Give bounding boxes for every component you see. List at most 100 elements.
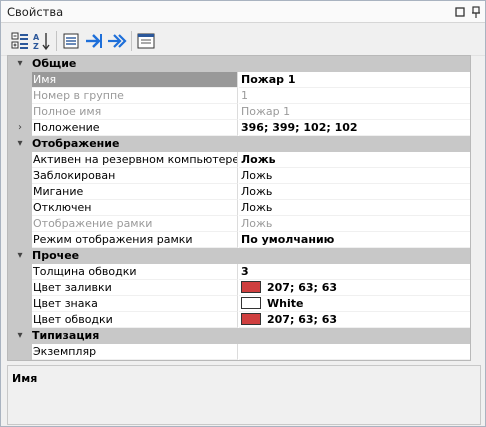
property-row[interactable]: Имя Пожар 1 [8,72,470,88]
property-value-text: По умолчанию [241,233,335,246]
property-name[interactable]: Номер в группе [32,88,238,104]
property-row[interactable]: Цвет знака White [8,296,470,312]
row-gutter [8,152,32,168]
property-value[interactable]: 3 [239,264,470,280]
property-value-text: White [267,297,304,310]
collapse-toggle-icon[interactable]: ▾ [14,56,26,72]
property-name[interactable]: Имя [32,72,238,88]
category-label: Отображение [32,137,120,150]
category-label: Прочее [32,249,80,262]
title-bar: Свойства [1,1,485,23]
row-gutter [8,184,32,200]
row-gutter [8,88,32,104]
property-value[interactable]: 207; 63; 63 [239,312,470,328]
property-value[interactable]: Ложь [239,152,470,168]
property-row[interactable]: Полное имя Пожар 1 [8,104,470,120]
go-to-icon [86,34,102,48]
sort-alpha-button[interactable]: A Z [31,30,53,52]
row-gutter [8,344,32,360]
property-name[interactable]: Полное имя [32,104,238,120]
property-value[interactable]: По умолчанию [239,232,470,248]
collapse-toggle-icon[interactable]: ▾ [14,248,26,264]
property-row[interactable]: Экземпляр [8,344,470,360]
property-name[interactable]: Цвет заливки [32,280,238,296]
property-name[interactable]: Цвет обводки [32,312,238,328]
property-name[interactable]: Положение [32,120,238,136]
property-value-text: Ложь [241,201,273,214]
property-value-text: 207; 63; 63 [267,313,338,326]
pin-button[interactable] [469,5,483,19]
description-panel: Имя [7,365,481,425]
property-row[interactable]: Номер в группе 1 [8,88,470,104]
property-name[interactable]: Режим отображения рамки [32,232,238,248]
property-row[interactable]: Мигание Ложь [8,184,470,200]
row-gutter: › [8,120,32,136]
category-row[interactable]: ▾ Типизация [8,328,470,344]
property-name[interactable]: Активен на резервном компьютере [32,152,238,168]
go-to-all-icon [108,34,127,48]
property-row[interactable]: Заблокирован Ложь [8,168,470,184]
property-name[interactable]: Цвет знака [32,296,238,312]
color-swatch [241,313,261,325]
property-value-text: Пожар 1 [241,73,296,86]
property-name[interactable]: Отключен [32,200,238,216]
property-value-text: Ложь [241,153,276,166]
float-button[interactable] [453,5,467,19]
property-row[interactable]: Цвет обводки 207; 63; 63 [8,312,470,328]
row-gutter [8,232,32,248]
row-gutter [8,72,32,88]
expand-toggle-icon[interactable]: › [14,120,26,136]
property-pages-button[interactable] [135,30,157,52]
property-row[interactable]: Цвет заливки 207; 63; 63 [8,280,470,296]
property-value[interactable]: Ложь [239,184,470,200]
property-pages-icon [137,33,155,49]
row-gutter [8,168,32,184]
property-value[interactable]: Ложь [239,216,470,232]
property-row[interactable]: Режим отображения рамки По умолчанию [8,232,470,248]
go-to-button[interactable] [83,30,105,52]
property-value[interactable]: Ложь [239,168,470,184]
property-name[interactable]: Отображение рамки [32,216,238,232]
category-row[interactable]: ▾ Прочее [8,248,470,264]
property-value[interactable]: Пожар 1 [239,104,470,120]
go-to-all-button[interactable] [106,30,128,52]
row-gutter [8,280,32,296]
pin-icon [472,6,480,18]
collapse-toggle-icon[interactable]: ▾ [14,328,26,344]
row-gutter [8,312,32,328]
property-value[interactable]: 1 [239,88,470,104]
property-name[interactable]: Заблокирован [32,168,238,184]
property-value[interactable]: 396; 399; 102; 102 [239,120,470,136]
property-value-text: 396; 399; 102; 102 [241,121,358,134]
maximize-icon [455,7,465,17]
row-gutter [8,216,32,232]
property-row[interactable]: › Положение 396; 399; 102; 102 [8,120,470,136]
property-value-text: Ложь [241,217,273,230]
property-name[interactable]: Экземпляр [32,344,238,360]
property-value[interactable] [239,344,470,360]
property-row[interactable]: Активен на резервном компьютере Ложь [8,152,470,168]
description-title: Имя [12,372,38,385]
property-value-text: Ложь [241,169,273,182]
properties-list-button[interactable] [60,30,82,52]
category-row[interactable]: ▾ Общие [8,56,470,72]
property-row[interactable]: Толщина обводки 3 [8,264,470,280]
window-title: Свойства [7,5,64,19]
property-value[interactable]: Пожар 1 [239,72,470,88]
property-value[interactable]: Ложь [239,200,470,216]
category-row[interactable]: ▾ Отображение [8,136,470,152]
property-value[interactable]: 207; 63; 63 [239,280,470,296]
svg-text:Z: Z [33,42,39,51]
property-name[interactable]: Толщина обводки [32,264,238,280]
categorized-icon [11,32,28,49]
category-label: Типизация [32,329,100,342]
properties-window: Свойства A Z ▾ Общие Имя Пожар 1 Номер в… [0,0,486,427]
categorized-button[interactable] [9,30,31,52]
property-value[interactable]: White [239,296,470,312]
property-row[interactable]: Отображение рамки Ложь [8,216,470,232]
property-name[interactable]: Мигание [32,184,238,200]
collapse-toggle-icon[interactable]: ▾ [14,136,26,152]
property-row[interactable]: Отключен Ложь [8,200,470,216]
sort-alpha-icon: A Z [33,33,50,51]
row-gutter [8,264,32,280]
